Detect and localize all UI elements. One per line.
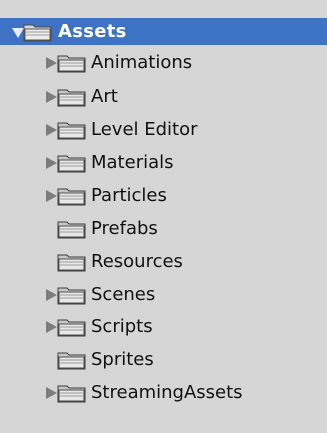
foldout-collapsed-icon[interactable]: [46, 321, 57, 333]
tree-item-label: Art: [91, 86, 118, 107]
tree-item-label: Sprites: [91, 349, 154, 370]
folder-icon: [57, 352, 86, 370]
foldout-collapsed-icon[interactable]: [46, 289, 57, 301]
foldout-collapsed-icon[interactable]: [46, 190, 57, 202]
tree-item-label: StreamingAssets: [91, 382, 243, 403]
foldout-collapsed-icon[interactable]: [46, 387, 57, 399]
tree-item-prefabs[interactable]: Prefabs: [0, 215, 327, 242]
tree-item-label: Assets: [58, 21, 127, 42]
tree-item-materials[interactable]: Materials: [0, 149, 327, 176]
tree-item-scripts[interactable]: Scripts: [0, 313, 327, 340]
tree-item-label: Particles: [91, 185, 167, 206]
tree-item-animations[interactable]: Animations: [0, 49, 327, 76]
tree-item-scenes[interactable]: Scenes: [0, 281, 327, 308]
folder-icon: [57, 254, 86, 272]
tree-item-particles[interactable]: Particles: [0, 182, 327, 209]
foldout-collapsed-icon[interactable]: [46, 57, 57, 69]
tree-item-label: Resources: [91, 251, 183, 272]
foldout-collapsed-icon[interactable]: [46, 157, 57, 169]
tree-item-label: Prefabs: [91, 218, 158, 239]
folder-icon: [23, 24, 52, 42]
folder-icon: [57, 319, 86, 337]
folder-icon: [57, 155, 86, 173]
foldout-collapsed-icon[interactable]: [46, 91, 57, 103]
folder-icon: [57, 287, 86, 305]
tree-item-label: Materials: [91, 152, 174, 173]
foldout-collapsed-icon[interactable]: [46, 124, 57, 136]
tree-item-label: Level Editor: [91, 119, 198, 140]
tree-item-art[interactable]: Art: [0, 83, 327, 110]
tree-item-level-editor[interactable]: Level Editor: [0, 116, 327, 143]
project-panel: Assets Animations Art Level Editor Mater…: [0, 0, 327, 433]
tree-item-resources[interactable]: Resources: [0, 248, 327, 275]
folder-icon: [57, 122, 86, 140]
folder-icon: [57, 55, 86, 73]
folder-icon: [57, 221, 86, 239]
tree-item-label: Scenes: [91, 284, 156, 305]
tree-item-label: Animations: [91, 52, 193, 73]
tree-item-streamingassets[interactable]: StreamingAssets: [0, 379, 327, 406]
folder-icon: [57, 188, 86, 206]
folder-icon: [57, 89, 86, 107]
tree-item-assets[interactable]: Assets: [0, 18, 327, 45]
tree-item-sprites[interactable]: Sprites: [0, 346, 327, 373]
tree-item-label: Scripts: [91, 316, 153, 337]
folder-icon: [57, 385, 86, 403]
